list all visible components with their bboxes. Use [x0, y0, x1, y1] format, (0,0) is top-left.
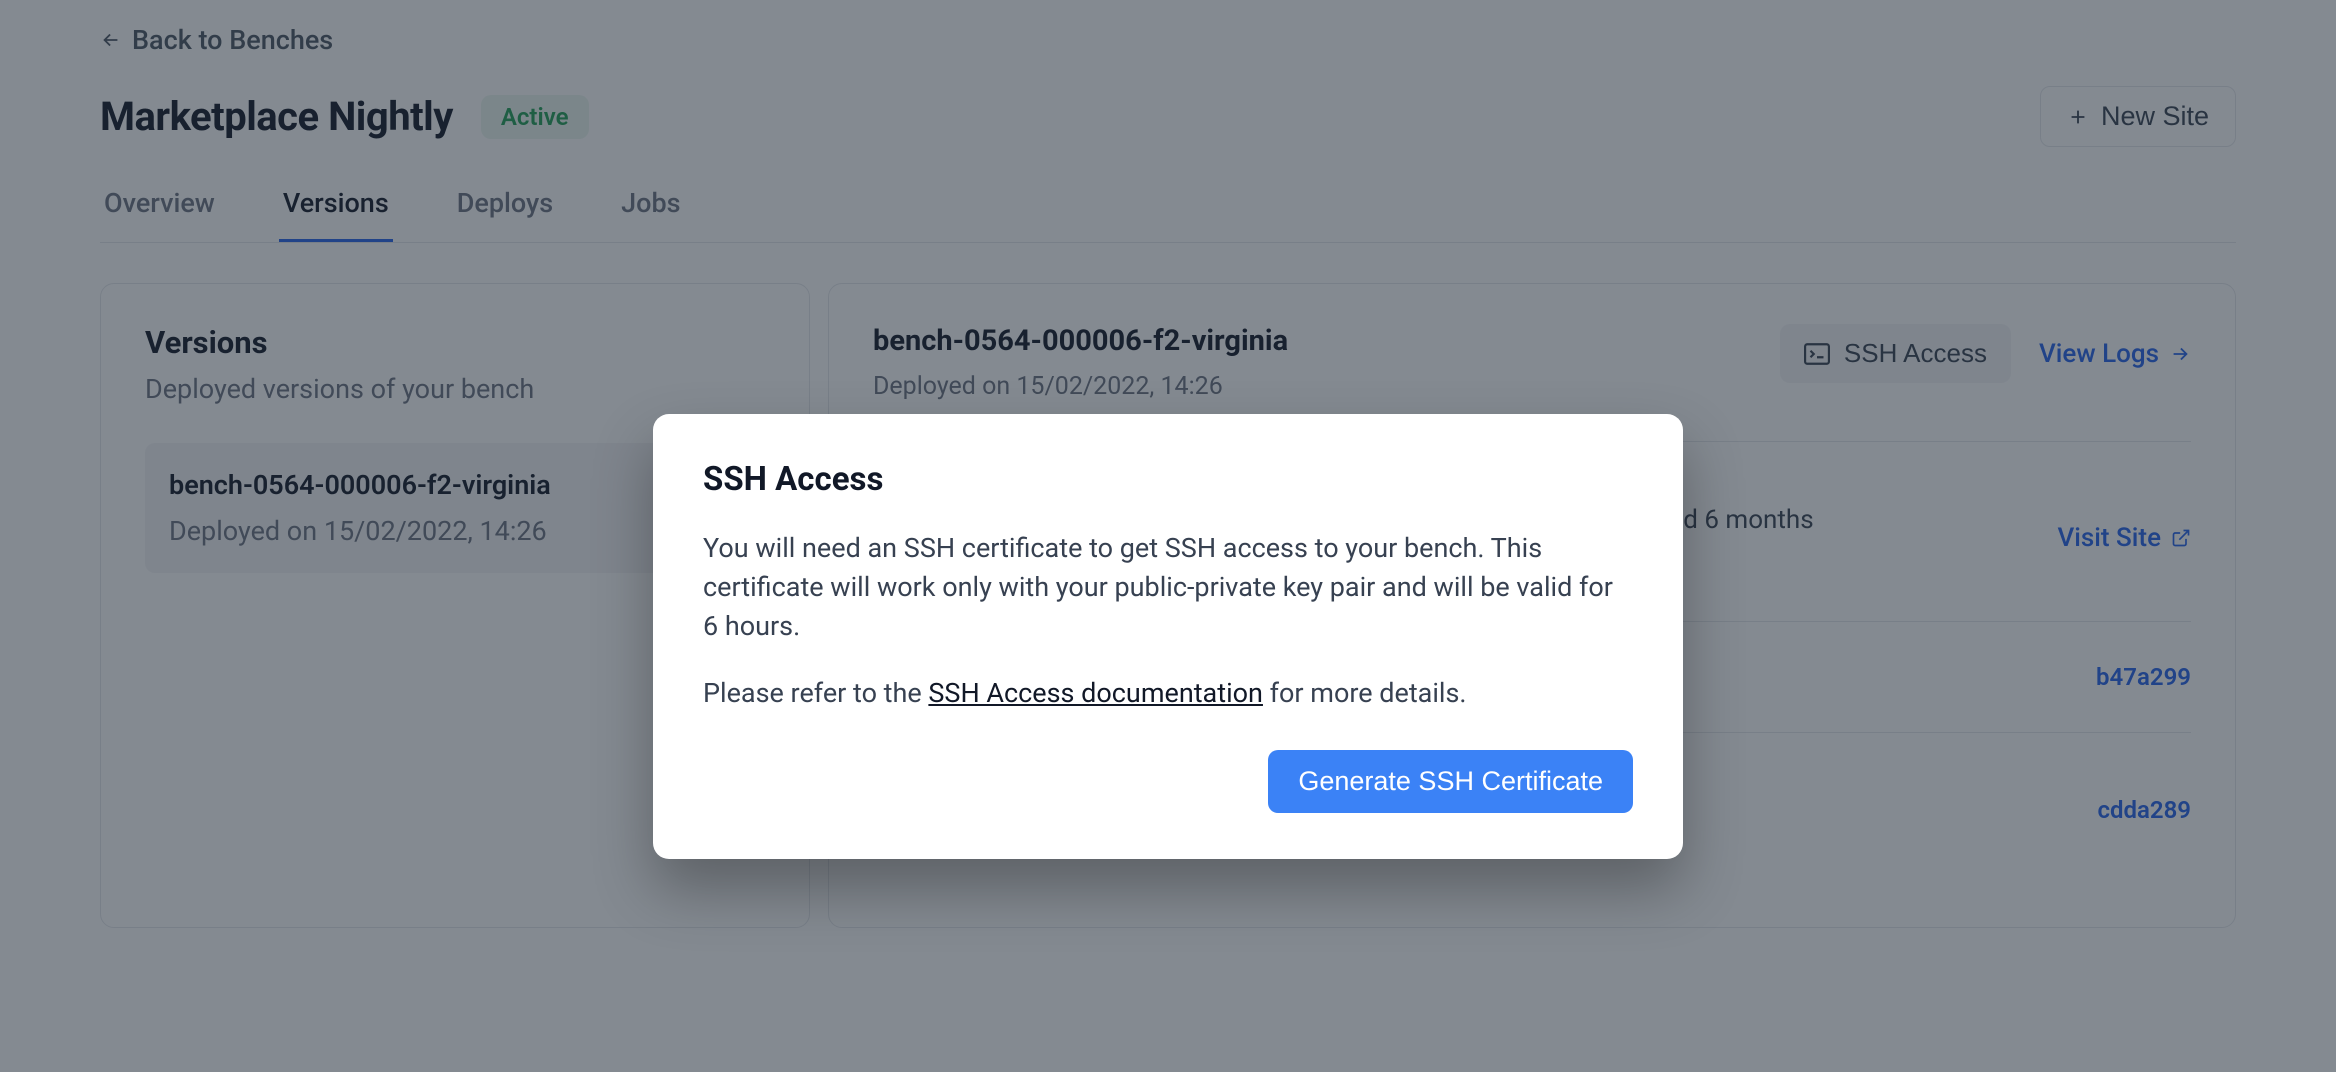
modal-paragraph-2: Please refer to the SSH Access documenta…: [703, 674, 1633, 713]
modal-para2-pre: Please refer to the: [703, 677, 928, 709]
modal-title: SSH Access: [703, 460, 1633, 499]
generate-ssh-button[interactable]: Generate SSH Certificate: [1268, 750, 1633, 813]
ssh-access-modal: SSH Access You will need an SSH certific…: [653, 414, 1683, 859]
modal-paragraph-1: You will need an SSH certificate to get …: [703, 529, 1633, 646]
ssh-docs-link[interactable]: SSH Access documentation: [928, 677, 1263, 709]
modal-para2-post: for more details.: [1263, 677, 1467, 709]
modal-overlay[interactable]: SSH Access You will need an SSH certific…: [0, 0, 2336, 1072]
